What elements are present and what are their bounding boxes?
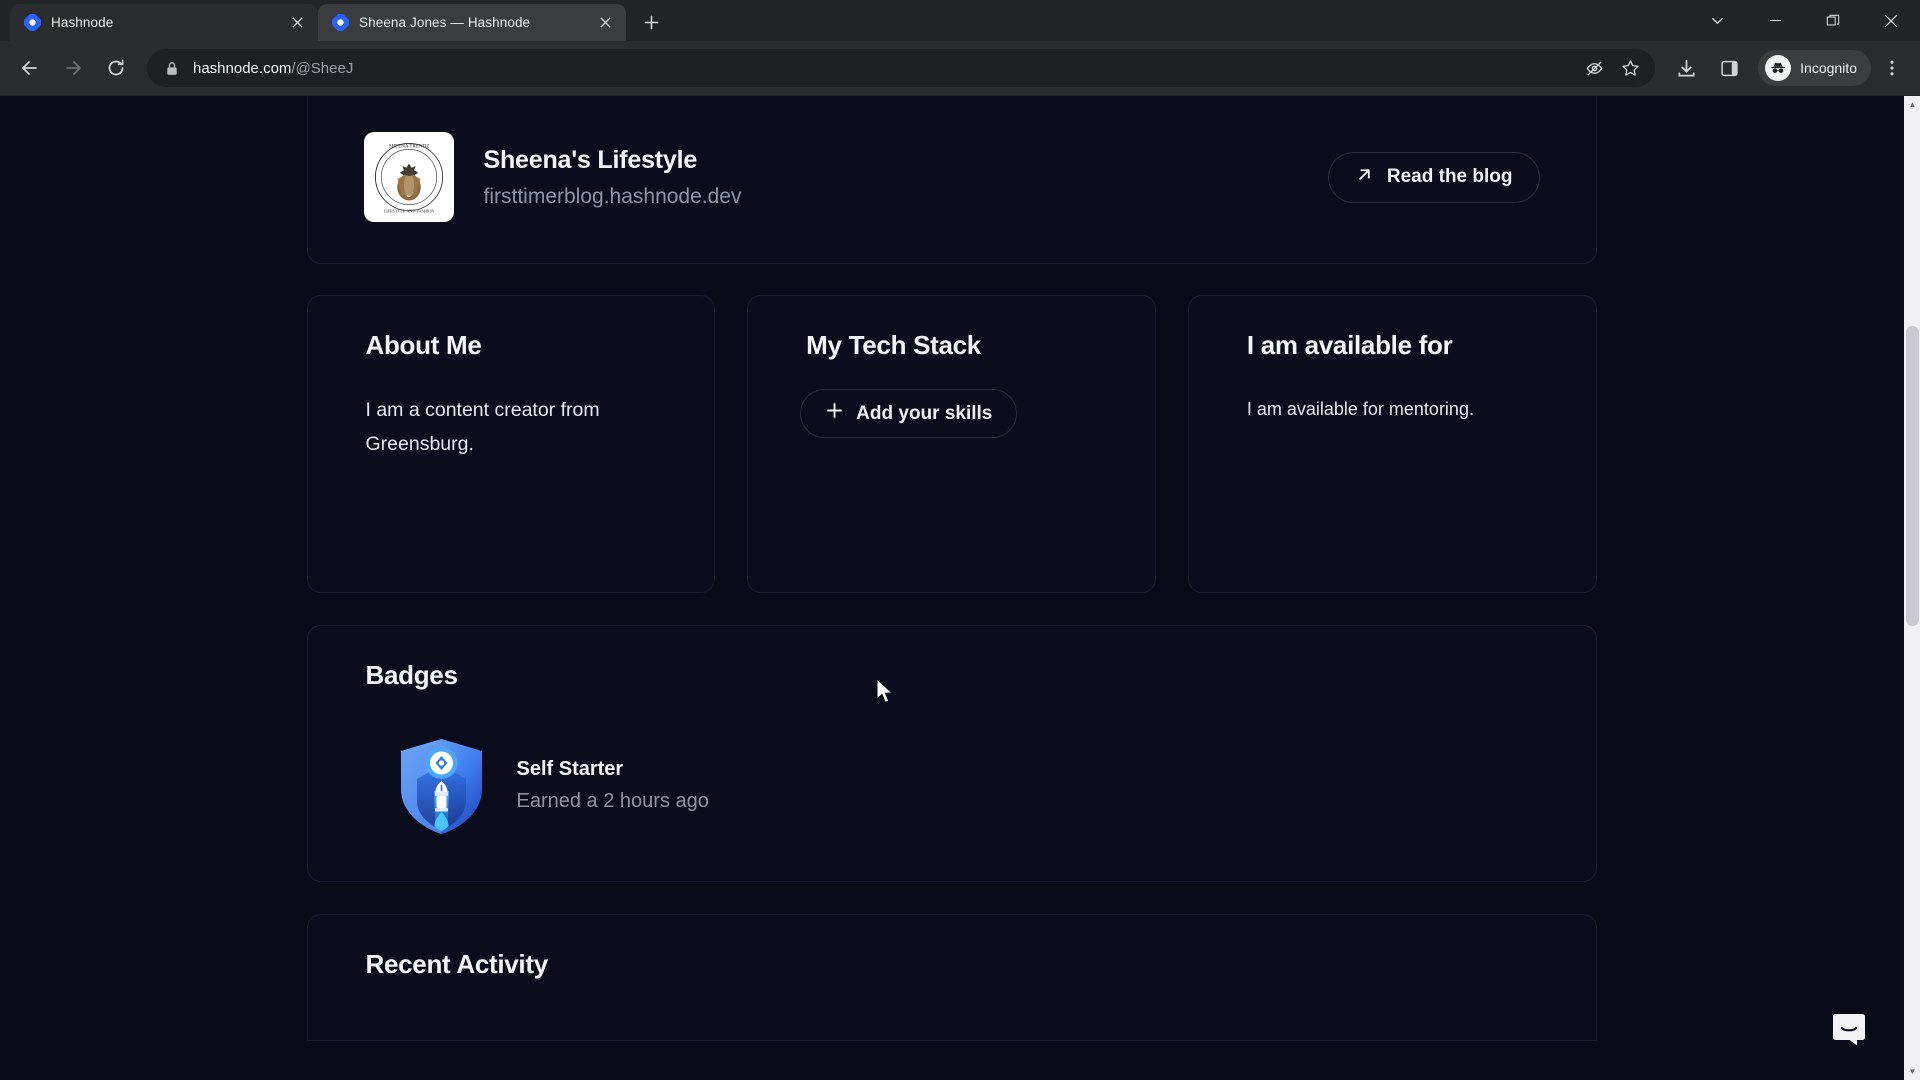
blog-avatar: SHEENA TRENDZ LIFESTYLE AND FASHION bbox=[363, 132, 454, 222]
read-the-blog-button[interactable]: Read the blog bbox=[1327, 151, 1540, 203]
reload-button[interactable] bbox=[96, 48, 136, 88]
hashnode-profile-page: SHEENA TRENDZ LIFESTYLE AND FASHION Shee… bbox=[0, 96, 1903, 1080]
tech-stack-card: My Tech Stack Add your skills bbox=[747, 295, 1156, 593]
close-icon[interactable] bbox=[286, 12, 308, 34]
badge-earned-time: Earned a 2 hours ago bbox=[516, 789, 709, 812]
forward-button[interactable] bbox=[53, 48, 93, 88]
scroll-up-arrow-icon[interactable]: ▲ bbox=[1904, 96, 1920, 113]
about-me-card: About Me I am a content creator from Gre… bbox=[306, 295, 716, 593]
bookmark-star-icon[interactable] bbox=[1613, 51, 1647, 85]
maximize-icon[interactable] bbox=[1804, 0, 1862, 41]
recent-activity-card: Recent Activity bbox=[306, 914, 1597, 1041]
incognito-profile-pill[interactable]: Incognito bbox=[1758, 50, 1871, 86]
new-tab-button[interactable] bbox=[634, 5, 668, 39]
svg-text:SHEENA TRENDZ: SHEENA TRENDZ bbox=[388, 144, 429, 150]
tab-search-chevron-down-icon[interactable] bbox=[1688, 0, 1746, 41]
content-column: SHEENA TRENDZ LIFESTYLE AND FASHION Shee… bbox=[306, 96, 1597, 1041]
tech-stack-title: My Tech Stack bbox=[806, 330, 981, 360]
hashnode-favicon bbox=[332, 14, 349, 31]
available-for-card: I am available for I am available for me… bbox=[1187, 295, 1597, 593]
badges-title: Badges bbox=[365, 660, 458, 690]
badge-info: Self Starter Earned a 2 hours ago bbox=[517, 758, 709, 813]
url-domain: hashnode.com bbox=[193, 59, 292, 77]
url-path: /@SheeJ bbox=[291, 59, 354, 77]
tab-title: Hashnode bbox=[51, 15, 114, 30]
available-for-body: I am available for mentoring. bbox=[1189, 394, 1596, 425]
external-link-arrow-icon bbox=[1355, 165, 1374, 190]
blog-name: Sheena's Lifestyle bbox=[483, 145, 698, 174]
omnibox-actions bbox=[1577, 51, 1647, 85]
available-for-title: I am available for bbox=[1246, 330, 1453, 360]
blog-url: firsttimerblog.hashnode.dev bbox=[483, 184, 742, 208]
window-controls bbox=[1688, 0, 1920, 41]
about-me-title: About Me bbox=[365, 330, 482, 360]
plus-icon bbox=[825, 401, 844, 426]
close-icon[interactable] bbox=[594, 12, 616, 34]
address-bar[interactable]: hashnode.com/@SheeJ bbox=[147, 49, 1656, 87]
add-your-skills-button[interactable]: Add your skills bbox=[800, 389, 1018, 438]
page-viewport: SHEENA TRENDZ LIFESTYLE AND FASHION Shee… bbox=[0, 96, 1920, 1080]
scrollbar-thumb[interactable] bbox=[1906, 326, 1919, 626]
back-button[interactable] bbox=[10, 48, 50, 88]
recent-activity-title: Recent Activity bbox=[365, 949, 549, 979]
add-your-skills-label: Add your skills bbox=[856, 402, 993, 424]
profile-cards-row: About Me I am a content creator from Gre… bbox=[306, 295, 1597, 593]
three-dot-menu-icon[interactable] bbox=[1874, 48, 1910, 88]
side-panel-icon[interactable] bbox=[1709, 48, 1749, 88]
tab-title: Sheena Jones — Hashnode bbox=[359, 15, 531, 30]
incognito-hat-icon bbox=[1765, 55, 1792, 81]
badge-item[interactable]: Self Starter Earned a 2 hours ago bbox=[308, 735, 1596, 835]
url-text: hashnode.com/@SheeJ bbox=[193, 60, 1577, 77]
badge-name: Self Starter bbox=[516, 757, 624, 780]
lock-icon bbox=[163, 59, 181, 77]
about-me-text: I am a content creator from Greensburg. bbox=[365, 399, 600, 455]
browser-window: Hashnode Sheena Jones — Hashnode hashnod… bbox=[0, 0, 1920, 1080]
hide-incognito-eye-icon[interactable] bbox=[1577, 51, 1611, 85]
available-for-text: I am available for mentoring. bbox=[1246, 399, 1474, 419]
self-starter-shield-badge-icon bbox=[394, 735, 489, 835]
tab-hashnode[interactable]: Hashnode bbox=[10, 4, 318, 41]
about-me-body: I am a content creator from Greensburg. bbox=[308, 394, 715, 461]
tab-sheena-jones[interactable]: Sheena Jones — Hashnode bbox=[318, 4, 626, 41]
read-the-blog-label: Read the blog bbox=[1386, 166, 1513, 187]
minimize-icon[interactable] bbox=[1746, 0, 1804, 41]
close-window-icon[interactable] bbox=[1862, 0, 1920, 41]
scroll-down-arrow-icon[interactable]: ▼ bbox=[1904, 1063, 1920, 1080]
tab-strip: Hashnode Sheena Jones — Hashnode bbox=[0, 0, 1920, 41]
incognito-label: Incognito bbox=[1800, 60, 1857, 76]
svg-text:LIFESTYLE AND FASHION: LIFESTYLE AND FASHION bbox=[383, 208, 434, 213]
intercom-chat-icon[interactable] bbox=[1825, 1006, 1873, 1054]
page-scrollbar[interactable]: ▲ ▼ bbox=[1903, 96, 1920, 1080]
blog-card: SHEENA TRENDZ LIFESTYLE AND FASHION Shee… bbox=[306, 96, 1597, 264]
download-icon[interactable] bbox=[1666, 48, 1706, 88]
hashnode-favicon bbox=[24, 14, 41, 31]
browser-toolbar: hashnode.com/@SheeJ Incognito bbox=[0, 41, 1920, 96]
blog-meta: Sheena's Lifestyle firsttimerblog.hashno… bbox=[484, 146, 1328, 209]
badges-card: Badges Self Starter Earned a 2 hours ago bbox=[306, 625, 1597, 882]
